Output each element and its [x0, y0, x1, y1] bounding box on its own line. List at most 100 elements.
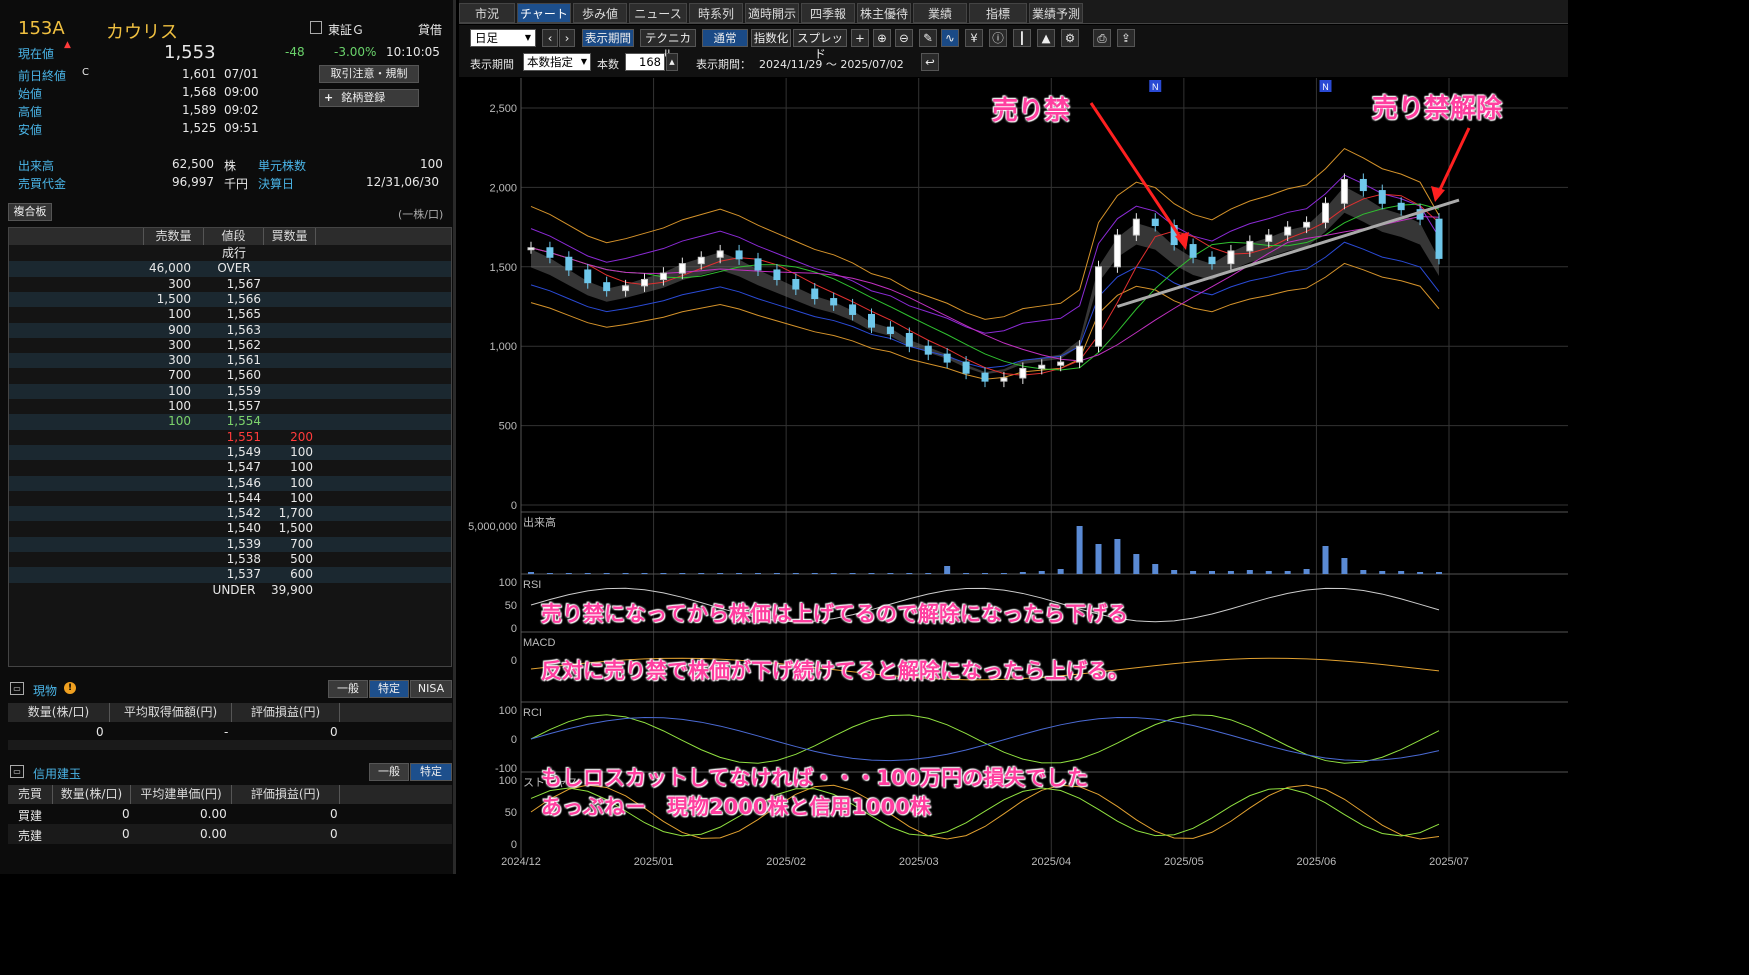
panel-title: RCI: [523, 707, 542, 719]
table-row[interactable]: 100 1,565: [9, 307, 451, 322]
tab-0[interactable]: 市況: [459, 3, 515, 23]
tab-7[interactable]: 株主優待: [857, 3, 911, 23]
buy-qty: 1,500: [278, 521, 313, 536]
spot-header-avg: 平均取得価額(円): [110, 703, 232, 722]
candle-body: [584, 269, 592, 284]
period-select[interactable]: 日足 ▼: [470, 29, 536, 47]
candle-body: [1113, 234, 1121, 268]
table-row[interactable]: 1,547 100: [9, 460, 451, 475]
margin-tab-specific[interactable]: 特定: [410, 763, 452, 781]
display-period-button[interactable]: 表示期間: [582, 29, 634, 47]
sell-qty: 300: [168, 353, 191, 368]
warning-icon[interactable]: !: [64, 682, 76, 694]
indexed-button[interactable]: 指数化: [751, 29, 791, 47]
table-row[interactable]: 1,542 1,700: [9, 506, 451, 522]
trend-icon[interactable]: ∿: [941, 29, 959, 47]
price-cell: 1,542: [226, 506, 261, 521]
table-row[interactable]: 300 1,567: [9, 277, 451, 292]
table-row[interactable]: 1,544 100: [9, 491, 451, 506]
draw-icon[interactable]: ✎: [919, 29, 937, 47]
table-row[interactable]: 1,551 200: [9, 430, 451, 445]
price-cell: 1,549: [226, 444, 261, 459]
prev-icon[interactable]: ‹: [542, 29, 558, 47]
spread-button[interactable]: スプレッド: [793, 29, 847, 61]
spot-tab-nisa[interactable]: NISA: [410, 680, 452, 698]
zoom-in-icon[interactable]: ⊕: [873, 29, 891, 47]
count-input[interactable]: 168: [625, 53, 665, 71]
price-cell: 1,559: [226, 383, 261, 398]
reset-icon[interactable]: ↩: [921, 53, 939, 71]
range-mode-select[interactable]: 本数指定 ▼: [523, 53, 591, 71]
board-tab[interactable]: 複合板: [8, 203, 52, 221]
print-icon[interactable]: ⎙: [1093, 29, 1111, 47]
margin-header-qty: 数量(株/口): [53, 785, 131, 804]
technical-button[interactable]: テクニカル: [640, 29, 696, 61]
tab-9[interactable]: 指標: [969, 3, 1027, 23]
period-value: 日足: [475, 31, 498, 45]
attention-button[interactable]: 取引注意・規制: [319, 65, 419, 83]
tab-3[interactable]: ニュース: [629, 3, 687, 23]
tab-1[interactable]: チャート: [517, 3, 571, 23]
zoom-out-icon[interactable]: ⊖: [895, 29, 913, 47]
spot-header-pl: 評価損益(円): [232, 703, 340, 722]
price-chart[interactable]: 2024/12 2025/01 2025/02 2025/03 2025/04 2025/…: [459, 78, 1568, 874]
volume-bar: [1379, 571, 1386, 574]
collapse-icon[interactable]: ▭: [10, 682, 24, 695]
tab-6[interactable]: 四季報: [801, 3, 855, 23]
price-cell: 1,547: [226, 460, 261, 475]
tab-4[interactable]: 時系列: [689, 3, 743, 23]
export-icon[interactable]: ⇪: [1117, 29, 1135, 47]
table-row[interactable]: 1,549 100: [9, 444, 451, 461]
margin-title: 信用建玉: [33, 767, 82, 781]
next-icon[interactable]: ›: [559, 29, 575, 47]
panel-title: MACD: [523, 637, 555, 649]
table-row[interactable]: 100 1,557: [9, 399, 451, 414]
tab-2[interactable]: 歩み値: [573, 3, 627, 23]
register-button[interactable]: + 銘柄登録: [319, 89, 419, 107]
spot-tab-specific[interactable]: 特定: [369, 680, 409, 698]
candle-body: [943, 353, 951, 363]
table-row[interactable]: 1,546 100: [9, 475, 451, 491]
normal-button[interactable]: 通常: [702, 29, 748, 47]
table-row[interactable]: UNDER 39,900: [9, 583, 451, 598]
margin-tab-general[interactable]: 一般: [369, 763, 409, 781]
area-chart-icon[interactable]: ▲: [1037, 29, 1055, 47]
info-icon[interactable]: ⓘ: [989, 29, 1007, 47]
band-line-1: [530, 174, 1440, 334]
volume-bar: [622, 573, 629, 574]
prev-close-flag: C: [82, 67, 89, 78]
table-row[interactable]: 1,540 1,500: [9, 521, 451, 536]
table-row[interactable]: 100 1,554: [9, 414, 451, 430]
document-icon[interactable]: [310, 21, 322, 34]
table-row[interactable]: 300 1,562: [9, 338, 451, 353]
table-row[interactable]: 1,537 600: [9, 567, 451, 583]
buy-qty: 600: [290, 567, 313, 582]
settings-icon[interactable]: ⚙: [1061, 29, 1079, 47]
stepper-icon[interactable]: ▲: [666, 53, 678, 71]
table-row[interactable]: 1,538 500: [9, 552, 451, 567]
volume-bar: [1436, 572, 1442, 574]
crosshair-icon[interactable]: +: [851, 29, 869, 47]
table-row[interactable]: 46,000 OVER: [9, 261, 451, 277]
order-book: 売数量 値段 買数量 成行 46,000 OVER 300 1,567 1,500 1,56…: [8, 227, 452, 667]
volume-bar: [982, 573, 988, 574]
table-row[interactable]: 300 1,561: [9, 353, 451, 369]
tab-10[interactable]: 業績予測: [1029, 3, 1083, 23]
table-row[interactable]: 1,500 1,566: [9, 291, 451, 308]
table-row[interactable]: 成行: [9, 246, 451, 261]
yen-icon[interactable]: ¥: [965, 29, 983, 47]
table-row[interactable]: 100 1,559: [9, 383, 451, 399]
panel-tick: 0: [511, 655, 517, 667]
candle-icon[interactable]: ┃: [1013, 29, 1031, 47]
collapse-icon-margin[interactable]: ▭: [10, 765, 24, 778]
tab-8[interactable]: 業績: [913, 3, 967, 23]
volume-bar: [717, 573, 724, 574]
table-row[interactable]: 1,539 700: [9, 536, 451, 552]
annotation-ban-lift: 売り禁解除: [1372, 94, 1503, 124]
tab-5[interactable]: 適時開示: [745, 3, 799, 23]
spot-tab-general[interactable]: 一般: [328, 680, 368, 698]
panel-title: 出来高: [523, 515, 556, 529]
table-row[interactable]: 700 1,560: [9, 368, 451, 383]
table-row[interactable]: 900 1,563: [9, 322, 451, 338]
candle-body: [811, 288, 819, 300]
